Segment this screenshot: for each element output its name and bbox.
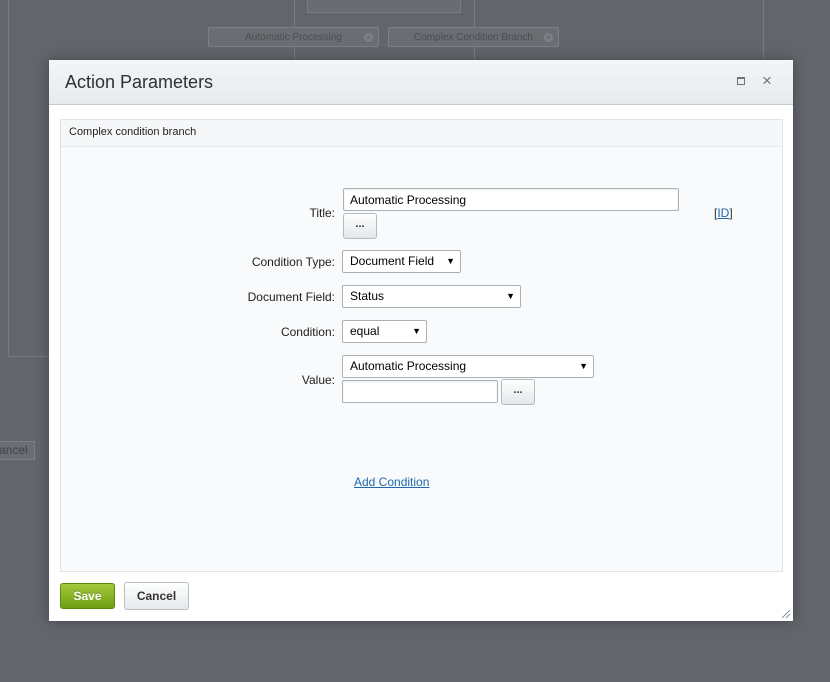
dialog-header: Action Parameters × bbox=[49, 60, 793, 105]
connector-line bbox=[474, 0, 475, 28]
action-parameters-dialog: Action Parameters × Complex condition br… bbox=[49, 60, 793, 621]
chevron-down-icon: ▼ bbox=[446, 256, 455, 266]
value-select-value: Automatic Processing bbox=[350, 359, 467, 373]
cancel-button[interactable]: Cancel bbox=[124, 582, 189, 610]
workflow-node[interactable]: Automatic Processing × bbox=[208, 27, 379, 47]
remove-node-icon[interactable]: × bbox=[544, 33, 553, 42]
condition-select[interactable]: equal ▼ bbox=[342, 320, 427, 343]
save-button[interactable]: Save bbox=[60, 583, 115, 609]
workflow-node-label: Complex Condition Branch bbox=[414, 32, 533, 43]
panel-header: Complex condition branch bbox=[61, 120, 782, 147]
document-field-label: Document Field: bbox=[247, 290, 335, 304]
document-field-value: Status bbox=[350, 289, 385, 303]
section-title: Complex condition branch bbox=[69, 126, 197, 138]
id-link[interactable]: ID bbox=[717, 206, 729, 220]
condition-type-select[interactable]: Document Field ▼ bbox=[342, 250, 461, 273]
resize-handle-icon[interactable] bbox=[781, 609, 791, 619]
workflow-node-label: Automatic Processing bbox=[245, 32, 342, 43]
condition-type-label: Condition Type: bbox=[251, 255, 335, 269]
title-input[interactable] bbox=[343, 188, 679, 211]
dialog-title: Action Parameters bbox=[65, 72, 214, 92]
title-label: Title: bbox=[309, 206, 335, 220]
condition-panel: Complex condition branch Title: ... Cond… bbox=[60, 119, 783, 572]
add-condition-link[interactable]: Add Condition bbox=[354, 475, 429, 489]
value-select[interactable]: Automatic Processing ▼ bbox=[342, 355, 594, 378]
value-input[interactable] bbox=[342, 380, 498, 403]
workflow-node[interactable]: Complex Condition Branch × bbox=[388, 27, 559, 47]
workflow-top-block bbox=[307, 0, 461, 13]
connector-line bbox=[294, 0, 295, 28]
condition-value: equal bbox=[350, 324, 380, 338]
value-browse-button[interactable]: ... bbox=[501, 379, 535, 405]
title-browse-button[interactable]: ... bbox=[343, 213, 377, 239]
id-bracket-close: ] bbox=[729, 206, 733, 220]
chevron-down-icon: ▼ bbox=[412, 326, 421, 336]
value-label: Value: bbox=[301, 373, 335, 387]
chevron-down-icon: ▼ bbox=[579, 361, 588, 371]
connector-line bbox=[294, 47, 295, 61]
condition-label: Condition: bbox=[280, 325, 335, 339]
connector-line bbox=[474, 47, 475, 61]
background-cancel-button[interactable]: ancel bbox=[0, 441, 35, 460]
document-field-select[interactable]: Status ▼ bbox=[342, 285, 521, 308]
maximize-icon[interactable] bbox=[737, 77, 745, 85]
chevron-down-icon: ▼ bbox=[506, 291, 515, 301]
id-link-wrapper: [ID] bbox=[714, 206, 733, 220]
close-icon[interactable]: × bbox=[761, 72, 773, 89]
condition-type-value: Document Field bbox=[350, 254, 435, 268]
remove-node-icon[interactable]: × bbox=[364, 33, 373, 42]
